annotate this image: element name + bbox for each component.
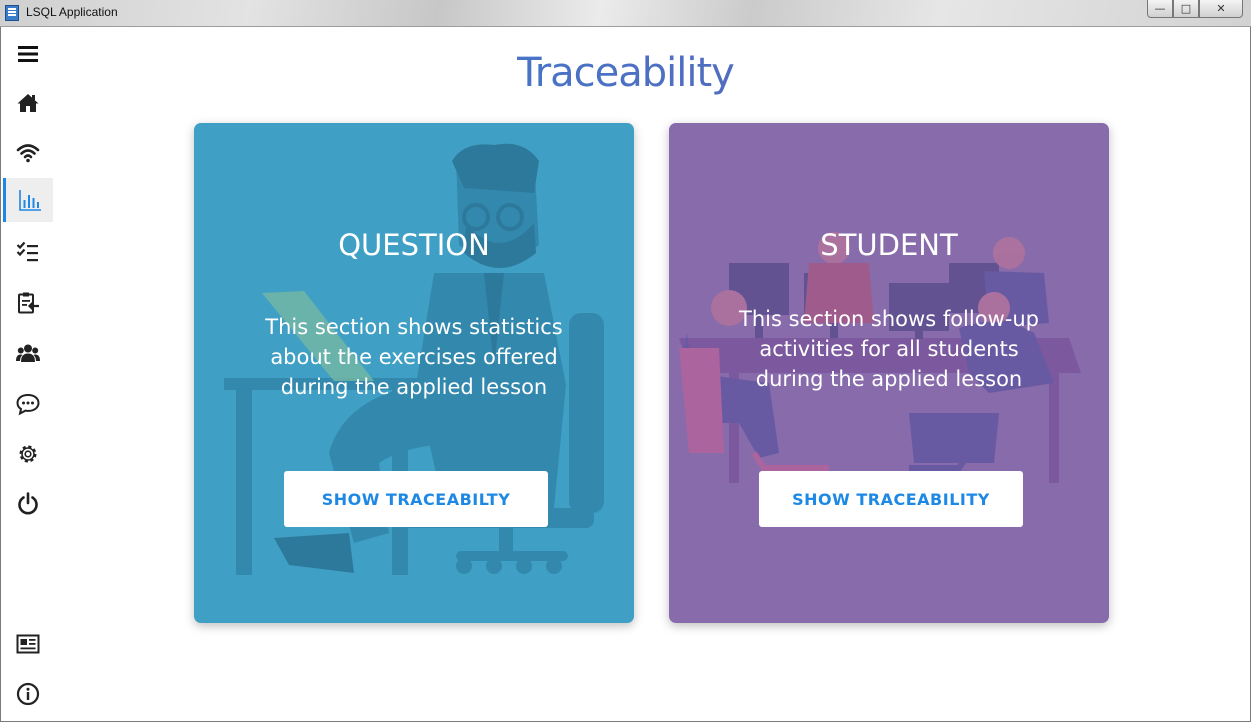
question-card-description: This section shows statistics about the …: [265, 315, 563, 399]
sidebar-item-news[interactable]: [3, 622, 53, 666]
users-group-icon: [16, 344, 40, 362]
bar-chart-icon: [18, 190, 41, 211]
info-icon: [16, 682, 40, 706]
clipboard-icon: [18, 292, 39, 314]
newspaper-icon: [16, 634, 40, 654]
wifi-icon: [16, 144, 40, 163]
minimize-button[interactable]: —: [1147, 0, 1173, 18]
sidebar-item-assignments[interactable]: [3, 281, 53, 325]
window-title: LSQL Application: [26, 5, 118, 19]
student-show-traceability-button[interactable]: SHOW TRACEABILITY: [759, 471, 1023, 527]
sidebar-item-logout[interactable]: [3, 482, 53, 526]
sidebar-item-network[interactable]: [3, 131, 53, 175]
question-show-traceability-button[interactable]: SHOW TRACEABILTY: [284, 471, 548, 527]
close-button[interactable]: ✕: [1199, 0, 1243, 18]
gear-icon: [19, 445, 37, 463]
sidebar-item-users[interactable]: [3, 331, 53, 375]
window-controls: — □ ✕: [1147, 0, 1243, 18]
sidebar: [3, 27, 53, 720]
sidebar-item-info[interactable]: [3, 672, 53, 716]
sidebar-item-settings[interactable]: [3, 432, 53, 476]
sidebar-item-chat[interactable]: [3, 382, 53, 426]
sidebar-item-checklist[interactable]: [3, 230, 53, 274]
chat-bubble-icon: [16, 393, 40, 416]
student-card: STUDENT This section shows follow-up act…: [669, 123, 1109, 623]
student-card-description: This section shows follow-up activities …: [739, 307, 1039, 391]
app-logo-icon: [5, 5, 19, 21]
checklist-icon: [16, 241, 38, 262]
maximize-button[interactable]: □: [1173, 0, 1199, 18]
sidebar-item-statistics[interactable]: [3, 178, 53, 222]
question-card: QUESTION This section shows statistics a…: [194, 123, 634, 623]
window-titlebar: LSQL Application — □ ✕: [0, 0, 1251, 27]
power-icon: [18, 492, 38, 515]
question-card-heading: QUESTION: [338, 228, 490, 262]
page-title: Traceability: [0, 50, 1251, 96]
student-card-heading: STUDENT: [820, 228, 958, 262]
